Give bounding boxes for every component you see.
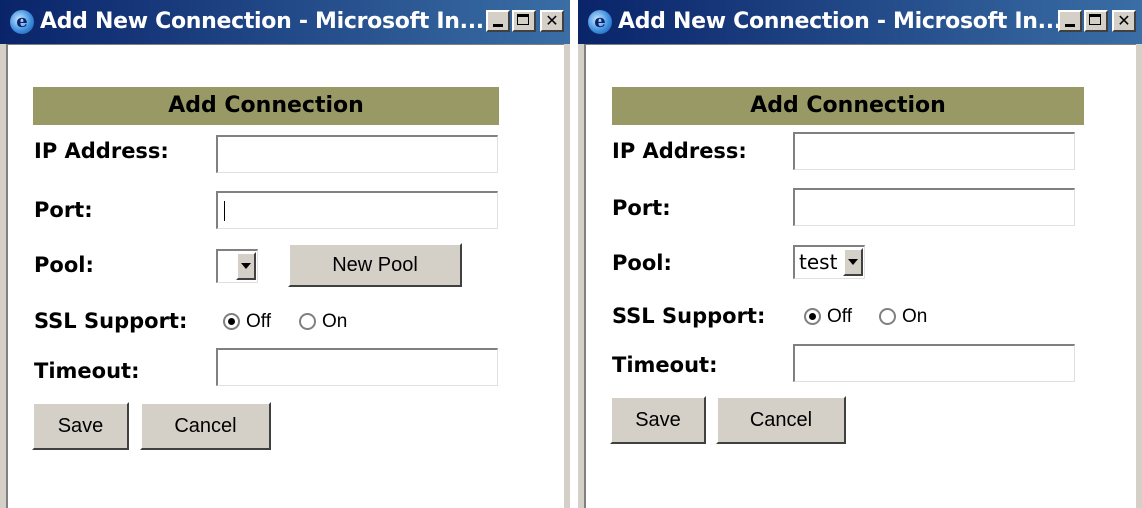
- ssl-off-radio[interactable]: [223, 313, 240, 330]
- chevron-down-icon[interactable]: [843, 248, 863, 276]
- pool-select[interactable]: test: [793, 245, 865, 279]
- title-bar[interactable]: e Add New Connection - Microsoft In... ✕: [578, 0, 1142, 44]
- close-icon: ✕: [545, 11, 559, 30]
- ip-address-input[interactable]: [793, 132, 1075, 170]
- maximize-button[interactable]: [512, 10, 536, 32]
- text-caret: [224, 201, 225, 221]
- port-label: Port:: [612, 196, 671, 220]
- ssl-on-label: On: [322, 311, 348, 332]
- window-title: Add New Connection - Microsoft In...: [40, 9, 484, 34]
- ssl-off-label: Off: [827, 306, 852, 327]
- timeout-input[interactable]: [793, 344, 1075, 382]
- port-label: Port:: [34, 198, 93, 222]
- pool-selected-value: test: [799, 250, 838, 274]
- minimize-button[interactable]: [486, 10, 510, 32]
- cancel-button[interactable]: Cancel: [140, 402, 271, 450]
- window-title: Add New Connection - Microsoft In...: [618, 9, 1062, 34]
- port-input[interactable]: [793, 188, 1075, 226]
- form-header: Add Connection: [33, 87, 499, 125]
- save-button[interactable]: Save: [32, 402, 129, 450]
- ip-address-label: IP Address:: [612, 139, 747, 163]
- timeout-input[interactable]: [216, 348, 498, 386]
- close-button[interactable]: ✕: [1112, 10, 1136, 32]
- close-button[interactable]: ✕: [540, 10, 564, 32]
- ssl-off-radio[interactable]: [804, 308, 821, 325]
- pool-label: Pool:: [612, 251, 672, 275]
- chevron-down-icon[interactable]: [236, 252, 256, 280]
- ssl-off-label: Off: [246, 311, 271, 332]
- maximize-button[interactable]: [1084, 10, 1108, 32]
- ssl-support-label: SSL Support:: [34, 309, 188, 333]
- form-header: Add Connection: [612, 87, 1084, 125]
- maximize-icon: [517, 14, 529, 25]
- timeout-label: Timeout:: [612, 353, 718, 377]
- ip-address-label: IP Address:: [34, 139, 169, 163]
- minimize-icon: [1065, 24, 1075, 27]
- ssl-support-label: SSL Support:: [612, 304, 766, 328]
- close-icon: ✕: [1117, 11, 1131, 30]
- ip-address-input[interactable]: [216, 135, 498, 173]
- pool-label: Pool:: [34, 253, 94, 277]
- page-content: Add Connection IP Address: Port: Pool: t…: [584, 44, 1136, 508]
- internet-explorer-icon: e: [588, 10, 612, 34]
- page-content: Add Connection IP Address: Port: Pool: N…: [6, 44, 564, 508]
- minimize-icon: [493, 24, 503, 27]
- cancel-button[interactable]: Cancel: [716, 396, 846, 444]
- add-connection-window-1: e Add New Connection - Microsoft In... ✕…: [0, 0, 570, 508]
- port-input[interactable]: [216, 191, 498, 229]
- title-bar[interactable]: e Add New Connection - Microsoft In... ✕: [0, 0, 570, 44]
- add-connection-window-2: e Add New Connection - Microsoft In... ✕…: [578, 0, 1142, 508]
- ssl-on-label: On: [902, 306, 928, 327]
- minimize-button[interactable]: [1058, 10, 1082, 32]
- new-pool-button[interactable]: New Pool: [288, 243, 462, 287]
- internet-explorer-icon: e: [10, 10, 34, 34]
- timeout-label: Timeout:: [34, 359, 140, 383]
- maximize-icon: [1089, 14, 1101, 25]
- ssl-on-radio[interactable]: [879, 308, 896, 325]
- ssl-on-radio[interactable]: [299, 313, 316, 330]
- pool-select[interactable]: [216, 249, 258, 283]
- save-button[interactable]: Save: [610, 396, 706, 444]
